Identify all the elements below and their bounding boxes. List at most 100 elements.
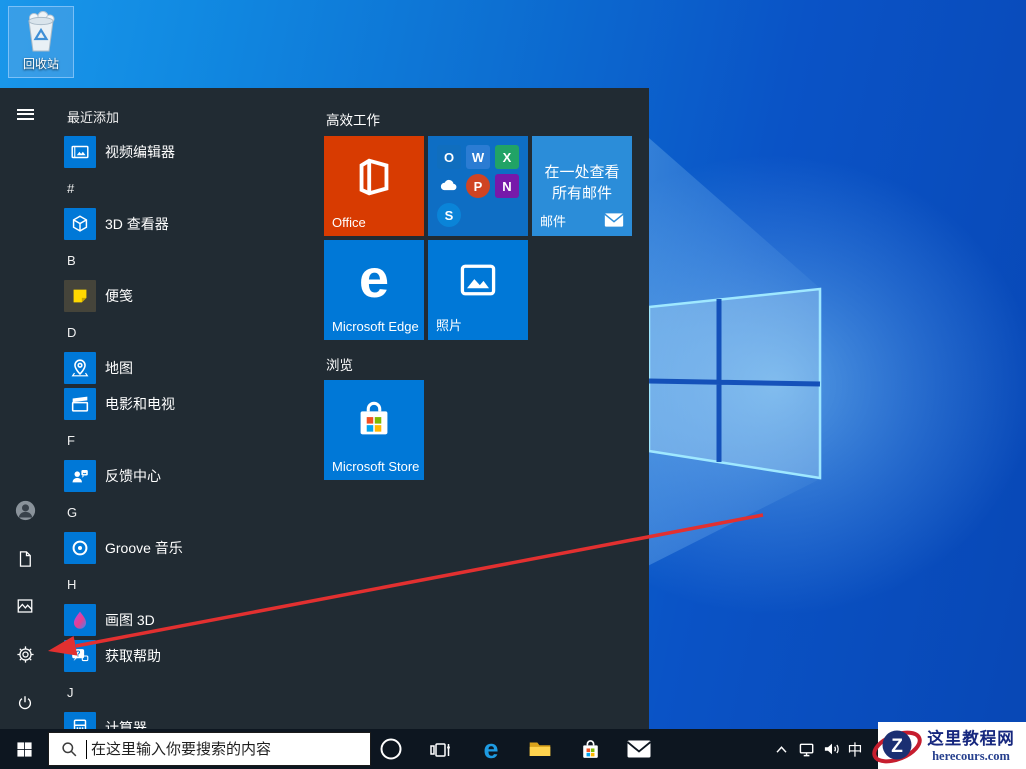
search-icon: [62, 741, 77, 756]
settings-gear-icon[interactable]: [14, 643, 36, 665]
task-view-icon: [430, 743, 450, 757]
cortana-button[interactable]: [371, 729, 411, 769]
mail-envelope-icon: [604, 213, 624, 227]
tile-label: 照片: [436, 318, 463, 333]
tile-mail[interactable]: 在一处查看所有邮件 邮件: [532, 136, 632, 236]
tile-group-title: 浏览: [326, 358, 353, 373]
movies-tv-icon: [64, 388, 96, 420]
app-section-header: H: [67, 576, 77, 592]
network-icon: [799, 743, 813, 756]
app-label: 3D 查看器: [105, 216, 169, 232]
app-item-maps[interactable]: 地图: [48, 350, 310, 386]
app-section-header: 最近添加: [67, 109, 120, 125]
watermark-logo-icon: Z: [872, 730, 922, 764]
app-item-feedback-hub[interactable]: 反馈中心: [48, 458, 310, 494]
tile-office[interactable]: Office: [324, 136, 424, 236]
excel-icon: X: [495, 145, 519, 169]
app-item-groove-music[interactable]: Groove 音乐: [48, 530, 310, 566]
edge-icon: e: [483, 733, 499, 764]
search-input[interactable]: [91, 740, 351, 758]
start-menu-rail: [0, 88, 48, 729]
office-logo-icon: [359, 158, 389, 196]
app-item-3d-viewer[interactable]: 3D 查看器: [48, 206, 310, 242]
svg-text:Z: Z: [891, 736, 903, 757]
tile-photos[interactable]: 照片: [428, 240, 528, 340]
store-icon: [582, 739, 598, 758]
tile-label: Office: [332, 215, 366, 230]
folder-icon: [529, 742, 551, 757]
app-label: 画图 3D: [105, 612, 155, 628]
task-view-button[interactable]: [420, 729, 460, 769]
recycle-bin-desktop-icon[interactable]: 回收站: [8, 6, 74, 78]
sticky-notes-icon: [64, 280, 96, 312]
app-section-header: #: [67, 180, 75, 196]
tray-ime-indicator[interactable]: 中: [842, 729, 868, 769]
skype-icon: S: [437, 203, 461, 227]
app-item-paint-3d[interactable]: 画图 3D: [48, 602, 310, 638]
recycle-bin-label: 回收站: [22, 57, 59, 71]
video-editor-icon: [64, 136, 96, 168]
edge-taskbar-button[interactable]: e: [471, 729, 511, 769]
app-label: Groove 音乐: [105, 540, 183, 556]
taskbar-search-box[interactable]: [48, 732, 371, 766]
app-section-header: G: [67, 504, 78, 520]
app-label: 地图: [105, 360, 133, 376]
paint-3d-icon: [64, 604, 96, 636]
edge-logo-icon: e: [358, 249, 390, 309]
app-item-get-help[interactable]: ? 获取帮助: [48, 638, 310, 674]
app-label: 计算器: [105, 720, 147, 729]
onenote-icon: N: [495, 174, 519, 198]
start-menu-app-list: 最近添加 视频编辑器 # 3D 查看器 B 便笺 D 地图 电影和电视 F 反馈…: [48, 88, 310, 729]
tile-label: Microsoft Store: [332, 459, 420, 474]
svg-text:?: ?: [76, 650, 81, 659]
documents-icon[interactable]: [14, 548, 36, 570]
tile-office-suite[interactable]: O W X P N S: [428, 136, 528, 236]
groove-music-icon: [64, 532, 96, 564]
start-button[interactable]: [4, 729, 44, 769]
cortana-icon: [380, 738, 402, 760]
app-label: 获取帮助: [105, 648, 161, 664]
word-icon: W: [466, 145, 490, 169]
store-bag-icon: [360, 401, 388, 435]
tile-label: 邮件: [540, 214, 567, 229]
app-item-sticky-notes[interactable]: 便笺: [48, 278, 310, 314]
maps-icon: [64, 352, 96, 384]
mail-tile-headline: 在一处查看所有邮件: [544, 164, 620, 202]
file-explorer-button[interactable]: [520, 729, 560, 769]
watermark-title: 这里教程网: [927, 730, 1015, 748]
onedrive-icon: [437, 174, 461, 198]
app-section-header: J: [67, 684, 74, 700]
power-icon[interactable]: [14, 692, 36, 714]
mail-taskbar-button[interactable]: [619, 729, 659, 769]
store-taskbar-button[interactable]: [570, 729, 610, 769]
app-item-video-editor[interactable]: 视频编辑器: [48, 134, 310, 170]
app-label: 电影和电视: [105, 396, 175, 412]
app-label: 反馈中心: [105, 468, 161, 484]
get-help-icon: ?: [64, 640, 96, 672]
recycle-bin-icon: [28, 11, 55, 52]
outlook-icon: O: [437, 145, 461, 169]
pictures-icon[interactable]: [14, 595, 36, 617]
app-item-movies-tv[interactable]: 电影和电视: [48, 386, 310, 422]
account-icon[interactable]: [14, 499, 36, 521]
app-label: 视频编辑器: [105, 144, 175, 160]
tray-network-button[interactable]: [793, 729, 821, 769]
windows-logo-icon: [16, 741, 32, 757]
tile-group-title: 高效工作: [326, 113, 380, 128]
tile-microsoft-edge[interactable]: e Microsoft Edge: [324, 240, 424, 340]
tile-microsoft-store[interactable]: Microsoft Store: [324, 380, 424, 480]
start-menu: 最近添加 视频编辑器 # 3D 查看器 B 便笺 D 地图 电影和电视 F 反馈…: [0, 88, 649, 729]
start-menu-tiles: 高效工作 Office O W X P N S 在一处查看所有邮件 邮件 e M…: [324, 88, 644, 729]
expand-menu-icon[interactable]: [14, 103, 36, 125]
3d-viewer-icon: [64, 208, 96, 240]
ime-language-label: 中: [847, 741, 863, 759]
app-label: 便笺: [105, 288, 133, 304]
feedback-hub-icon: [64, 460, 96, 492]
tray-show-hidden-icons[interactable]: [766, 729, 796, 769]
photos-icon: [460, 264, 496, 296]
text-caret: [86, 739, 87, 759]
app-item-calculator[interactable]: 计算器: [48, 710, 310, 729]
watermark-text: 这里教程网 herecours.com: [920, 725, 1022, 764]
watermark-domain: herecours.com: [932, 749, 1010, 763]
site-watermark: Z 这里教程网 herecours.com: [872, 722, 1026, 769]
